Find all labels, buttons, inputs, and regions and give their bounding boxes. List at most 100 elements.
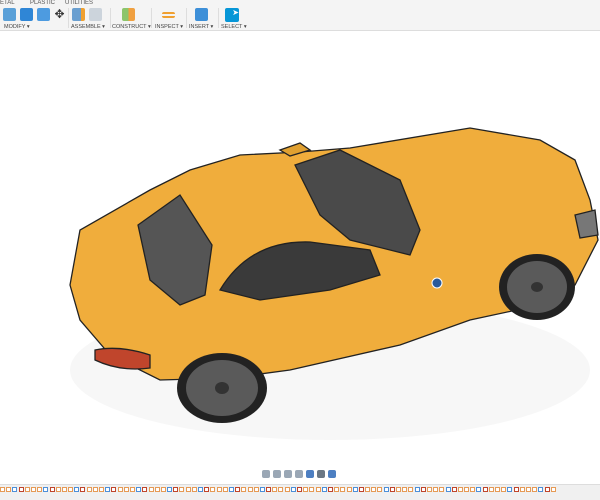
timeline-feature[interactable]: [519, 487, 525, 492]
insert-menu[interactable]: INSERT ▾: [189, 24, 213, 30]
move-icon[interactable]: ✥: [53, 8, 66, 21]
timeline-feature[interactable]: [43, 487, 49, 492]
timeline-feature[interactable]: [402, 487, 408, 492]
timeline-feature[interactable]: [439, 487, 445, 492]
timeline-feature[interactable]: [216, 487, 222, 492]
assemble-menu[interactable]: ASSEMBLE ▾: [71, 24, 105, 30]
timeline-feature[interactable]: [414, 487, 420, 492]
construct-menu[interactable]: CONSTRUCT ▾: [112, 24, 151, 30]
timeline-feature[interactable]: [532, 487, 538, 492]
timeline-feature[interactable]: [309, 487, 315, 492]
measure-icon[interactable]: [162, 12, 175, 18]
new-component-icon[interactable]: [72, 8, 85, 21]
inspect-group[interactable]: INSPECT ▾: [153, 7, 185, 31]
orbit-icon[interactable]: [262, 470, 270, 478]
pan-icon[interactable]: [273, 470, 281, 478]
offset-plane-icon[interactable]: [122, 8, 135, 21]
timeline-feature[interactable]: [315, 487, 321, 492]
timeline-feature[interactable]: [247, 487, 253, 492]
assemble-group[interactable]: ASSEMBLE ▾: [70, 7, 110, 31]
inspect-menu[interactable]: INSPECT ▾: [155, 24, 183, 30]
select-menu[interactable]: SELECT ▾: [221, 24, 247, 30]
timeline-feature[interactable]: [396, 487, 401, 492]
insert-image-icon[interactable]: [195, 8, 208, 21]
timeline-feature[interactable]: [538, 487, 544, 492]
timeline-feature[interactable]: [297, 487, 302, 492]
zoom-icon[interactable]: [284, 470, 292, 478]
timeline-feature[interactable]: [383, 487, 389, 492]
timeline-feature[interactable]: [290, 487, 296, 492]
timeline[interactable]: [0, 484, 600, 500]
timeline-feature[interactable]: [340, 487, 346, 492]
timeline-feature[interactable]: [426, 487, 432, 492]
fillet-icon[interactable]: [20, 8, 33, 21]
timeline-feature[interactable]: [513, 487, 519, 492]
timeline-feature[interactable]: [142, 487, 148, 492]
timeline-feature[interactable]: [507, 487, 513, 492]
timeline-feature[interactable]: [550, 487, 556, 492]
timeline-feature[interactable]: [24, 487, 30, 492]
timeline-feature[interactable]: [204, 487, 210, 492]
timeline-feature[interactable]: [80, 487, 86, 492]
timeline-feature[interactable]: [321, 487, 327, 492]
timeline-feature[interactable]: [37, 487, 43, 492]
timeline-feature[interactable]: [371, 487, 377, 492]
timeline-feature[interactable]: [86, 487, 92, 492]
timeline-feature[interactable]: [68, 487, 74, 492]
timeline-feature[interactable]: [525, 487, 531, 492]
joint-icon[interactable]: [89, 8, 102, 21]
timeline-feature[interactable]: [488, 487, 494, 492]
timeline-feature[interactable]: [284, 487, 290, 492]
timeline-feature[interactable]: [501, 487, 507, 492]
timeline-feature[interactable]: [191, 487, 197, 492]
timeline-feature[interactable]: [451, 487, 457, 492]
model-viewport[interactable]: [0, 31, 600, 481]
timeline-feature[interactable]: [544, 487, 550, 492]
timeline-feature[interactable]: [241, 487, 247, 492]
timeline-feature[interactable]: [185, 487, 191, 492]
timeline-feature[interactable]: [365, 487, 371, 492]
timeline-feature[interactable]: [457, 487, 463, 492]
timeline-feature[interactable]: [148, 487, 154, 492]
timeline-feature[interactable]: [377, 487, 383, 492]
timeline-feature[interactable]: [495, 487, 500, 492]
timeline-feature[interactable]: [266, 487, 272, 492]
timeline-feature[interactable]: [30, 487, 36, 492]
timeline-feature[interactable]: [136, 487, 142, 492]
modify-group[interactable]: ✥ MODIFY ▾: [2, 7, 66, 31]
timeline-feature[interactable]: [470, 487, 476, 492]
timeline-feature[interactable]: [253, 487, 259, 492]
timeline-feature[interactable]: [198, 487, 203, 492]
timeline-feature[interactable]: [179, 487, 185, 492]
timeline-feature[interactable]: [55, 487, 61, 492]
timeline-feature[interactable]: [123, 487, 129, 492]
timeline-feature[interactable]: [111, 487, 117, 492]
timeline-feature[interactable]: [12, 487, 18, 492]
timeline-feature[interactable]: [433, 487, 439, 492]
timeline-feature[interactable]: [61, 487, 67, 492]
tab-utilities[interactable]: UTILITIES: [65, 0, 93, 6]
grid-icon[interactable]: [317, 470, 325, 478]
timeline-feature[interactable]: [228, 487, 234, 492]
timeline-feature[interactable]: [352, 487, 358, 492]
timeline-feature[interactable]: [0, 487, 5, 492]
timeline-feature[interactable]: [222, 487, 228, 492]
timeline-feature[interactable]: [327, 487, 333, 492]
select-cursor-icon[interactable]: ➤: [225, 8, 239, 22]
select-group[interactable]: ➤ SELECT ▾: [220, 7, 250, 31]
tab-plastic[interactable]: PLASTIC: [30, 0, 55, 6]
modify-menu[interactable]: MODIFY ▾: [4, 24, 30, 30]
timeline-feature[interactable]: [259, 487, 265, 492]
timeline-feature[interactable]: [389, 487, 395, 492]
timeline-feature[interactable]: [210, 487, 216, 492]
timeline-feature[interactable]: [272, 487, 278, 492]
timeline-feature[interactable]: [445, 487, 451, 492]
timeline-feature[interactable]: [173, 487, 179, 492]
insert-group[interactable]: INSERT ▾: [188, 7, 218, 31]
timeline-feature[interactable]: [167, 487, 173, 492]
timeline-feature[interactable]: [18, 487, 24, 492]
timeline-feature[interactable]: [303, 487, 309, 492]
timeline-feature[interactable]: [408, 487, 414, 492]
viewports-icon[interactable]: [328, 470, 336, 478]
timeline-feature[interactable]: [99, 487, 104, 492]
